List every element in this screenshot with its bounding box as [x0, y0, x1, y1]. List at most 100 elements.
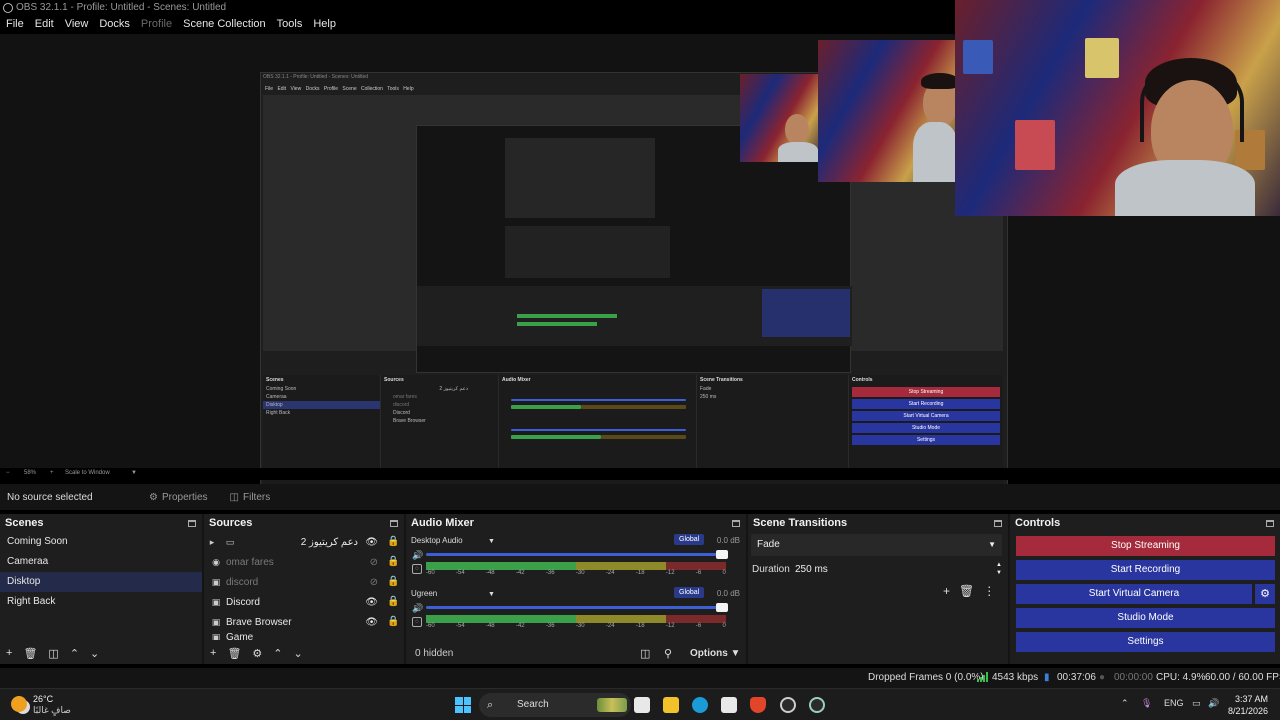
menu-file[interactable]: File: [6, 16, 24, 34]
studio-mode-button[interactable]: Studio Mode: [1016, 608, 1275, 628]
trash-icon[interactable]: 🗑: [23, 647, 37, 660]
taskbar-search[interactable]: ⌕ Search: [479, 693, 631, 717]
clock-date: 8/21/2026: [1227, 706, 1268, 716]
scale-mode[interactable]: Scale to Window: [65, 470, 110, 476]
lock-icon[interactable]: 🔒: [387, 616, 399, 627]
channel-dropdown-icon[interactable]: ▼: [488, 538, 495, 545]
move-down-icon[interactable]: ⌄: [90, 647, 99, 660]
mute-toggle-icon[interactable]: ◌: [412, 617, 422, 627]
zoom-in-button[interactable]: +: [50, 470, 54, 476]
add-scene-icon[interactable]: +: [6, 647, 12, 659]
channel-dropdown-icon[interactable]: ▼: [488, 591, 495, 598]
undock-icon[interactable]: [390, 519, 398, 527]
speaker-icon[interactable]: 🔊: [412, 603, 423, 614]
menu-help[interactable]: Help: [313, 16, 336, 34]
lock-icon[interactable]: 🔒: [387, 536, 399, 547]
mute-toggle-icon[interactable]: ◌: [412, 564, 422, 574]
store-icon[interactable]: [721, 697, 737, 713]
microphone-icon[interactable]: 🎙: [1141, 698, 1152, 709]
source-item[interactable]: ◉ omar fares ⊘ 🔒: [204, 552, 404, 572]
volume-slider[interactable]: [426, 550, 728, 559]
filters-button[interactable]: ◫ Filters: [230, 492, 271, 503]
menu-docks[interactable]: Docks: [99, 16, 130, 34]
menu-tools[interactable]: Tools: [277, 16, 303, 34]
start-windows-icon[interactable]: [455, 697, 471, 713]
add-source-icon[interactable]: +: [210, 647, 216, 659]
speaker-icon[interactable]: 🔊: [412, 550, 423, 561]
app-icon[interactable]: [809, 697, 825, 713]
settings-button[interactable]: Settings: [1016, 632, 1275, 652]
properties-button[interactable]: ⚙ Properties: [149, 492, 208, 503]
menu-view[interactable]: View: [65, 16, 89, 34]
scale-mode-caret-icon[interactable]: ▼: [131, 470, 137, 476]
undock-icon[interactable]: [1266, 519, 1274, 527]
eye-icon[interactable]: 👁: [365, 537, 378, 548]
source-properties-gear-icon[interactable]: ⚙: [252, 647, 262, 660]
global-badge[interactable]: Global: [674, 587, 705, 598]
undock-icon[interactable]: [994, 519, 1002, 527]
source-item[interactable]: ▣ Discord 👁 🔒: [204, 592, 404, 612]
more-options-icon[interactable]: ⋮: [983, 584, 995, 598]
lock-icon[interactable]: 🔒: [387, 576, 399, 587]
eye-hidden-icon[interactable]: ⊘: [370, 557, 378, 568]
weather-temp[interactable]: 26°C: [33, 694, 53, 704]
link-icon[interactable]: ⚲: [664, 647, 672, 660]
eye-hidden-icon[interactable]: ⊘: [370, 577, 378, 588]
lock-icon[interactable]: 🔒: [387, 556, 399, 567]
language-indicator[interactable]: ENG: [1164, 698, 1184, 708]
volume-slider[interactable]: [426, 603, 728, 612]
source-item[interactable]: ▣ Brave Browser 👁 🔒: [204, 612, 404, 632]
move-up-icon[interactable]: ⌃: [273, 647, 282, 660]
trash-icon[interactable]: 🗑: [959, 584, 974, 598]
source-item-group[interactable]: ▸ ▭ دعم كريتيوز 2 👁 🔒: [204, 532, 404, 552]
move-up-icon[interactable]: ⌃: [70, 647, 79, 660]
undock-icon[interactable]: [732, 519, 740, 527]
virtual-camera-gear-icon[interactable]: ⚙: [1255, 584, 1275, 604]
layout-toggle-icon[interactable]: ◫: [640, 647, 650, 660]
source-item[interactable]: ▣ Game: [204, 632, 404, 640]
edge-icon[interactable]: [692, 697, 708, 713]
add-transition-icon[interactable]: +: [943, 584, 950, 598]
stop-streaming-button[interactable]: Stop Streaming: [1016, 536, 1275, 556]
source-item[interactable]: ▣ discord ⊘ 🔒: [204, 572, 404, 592]
scene-item[interactable]: Cameraa: [0, 552, 202, 572]
options-button[interactable]: Options ▼: [690, 648, 740, 659]
scene-item[interactable]: Coming Soon: [0, 532, 202, 552]
start-recording-button[interactable]: Start Recording: [1016, 560, 1275, 580]
move-down-icon[interactable]: ⌄: [294, 647, 303, 660]
scene-filters-icon[interactable]: ◫: [48, 647, 58, 660]
webcam-overlay-medium: [818, 40, 958, 182]
clock[interactable]: 3:37 AM 8/21/2026: [1228, 693, 1268, 717]
brave-icon[interactable]: [750, 697, 766, 713]
chevron-up-icon[interactable]: ⌃: [1121, 698, 1129, 709]
preview-canvas[interactable]: OBS 32.1.1 - Profile: Untitled - Scenes:…: [0, 0, 1280, 496]
task-view-icon[interactable]: [634, 697, 650, 713]
menu-edit[interactable]: Edit: [35, 16, 54, 34]
transition-select[interactable]: Fade ▼: [751, 534, 1002, 556]
network-icon[interactable]: ▭: [1192, 698, 1201, 709]
controls-header: Controls: [1010, 514, 1280, 532]
duration-input[interactable]: 250 ms ▲ ▼: [793, 559, 1003, 581]
trash-icon[interactable]: 🗑: [227, 647, 241, 660]
lock-icon[interactable]: 🔒: [387, 596, 399, 607]
scene-item-selected[interactable]: Disktop: [0, 572, 202, 592]
obs-icon[interactable]: [780, 697, 796, 713]
eye-icon[interactable]: 👁: [365, 617, 378, 628]
spin-arrows-icon[interactable]: ▲ ▼: [996, 561, 1002, 577]
weather-desc[interactable]: صافٍ غالبًا: [33, 705, 71, 716]
global-badge[interactable]: Global: [674, 534, 705, 545]
eye-icon[interactable]: 👁: [365, 597, 378, 608]
zoom-out-button[interactable]: −: [6, 470, 10, 476]
volume-knob[interactable]: [716, 603, 728, 612]
weather-icon[interactable]: [11, 696, 27, 712]
volume-knob[interactable]: [716, 550, 728, 559]
scene-item[interactable]: Right Back: [0, 592, 202, 612]
start-virtual-camera-button[interactable]: Start Virtual Camera: [1016, 584, 1252, 604]
expand-chevron-icon[interactable]: ▸: [206, 537, 218, 547]
webcam-icon: ◉: [212, 556, 220, 567]
menu-scene-collection[interactable]: Scene Collection: [183, 16, 266, 34]
menu-profile[interactable]: Profile: [141, 16, 172, 34]
volume-icon[interactable]: 🔊: [1208, 698, 1219, 709]
undock-icon[interactable]: [188, 519, 196, 527]
file-explorer-icon[interactable]: [663, 697, 679, 713]
